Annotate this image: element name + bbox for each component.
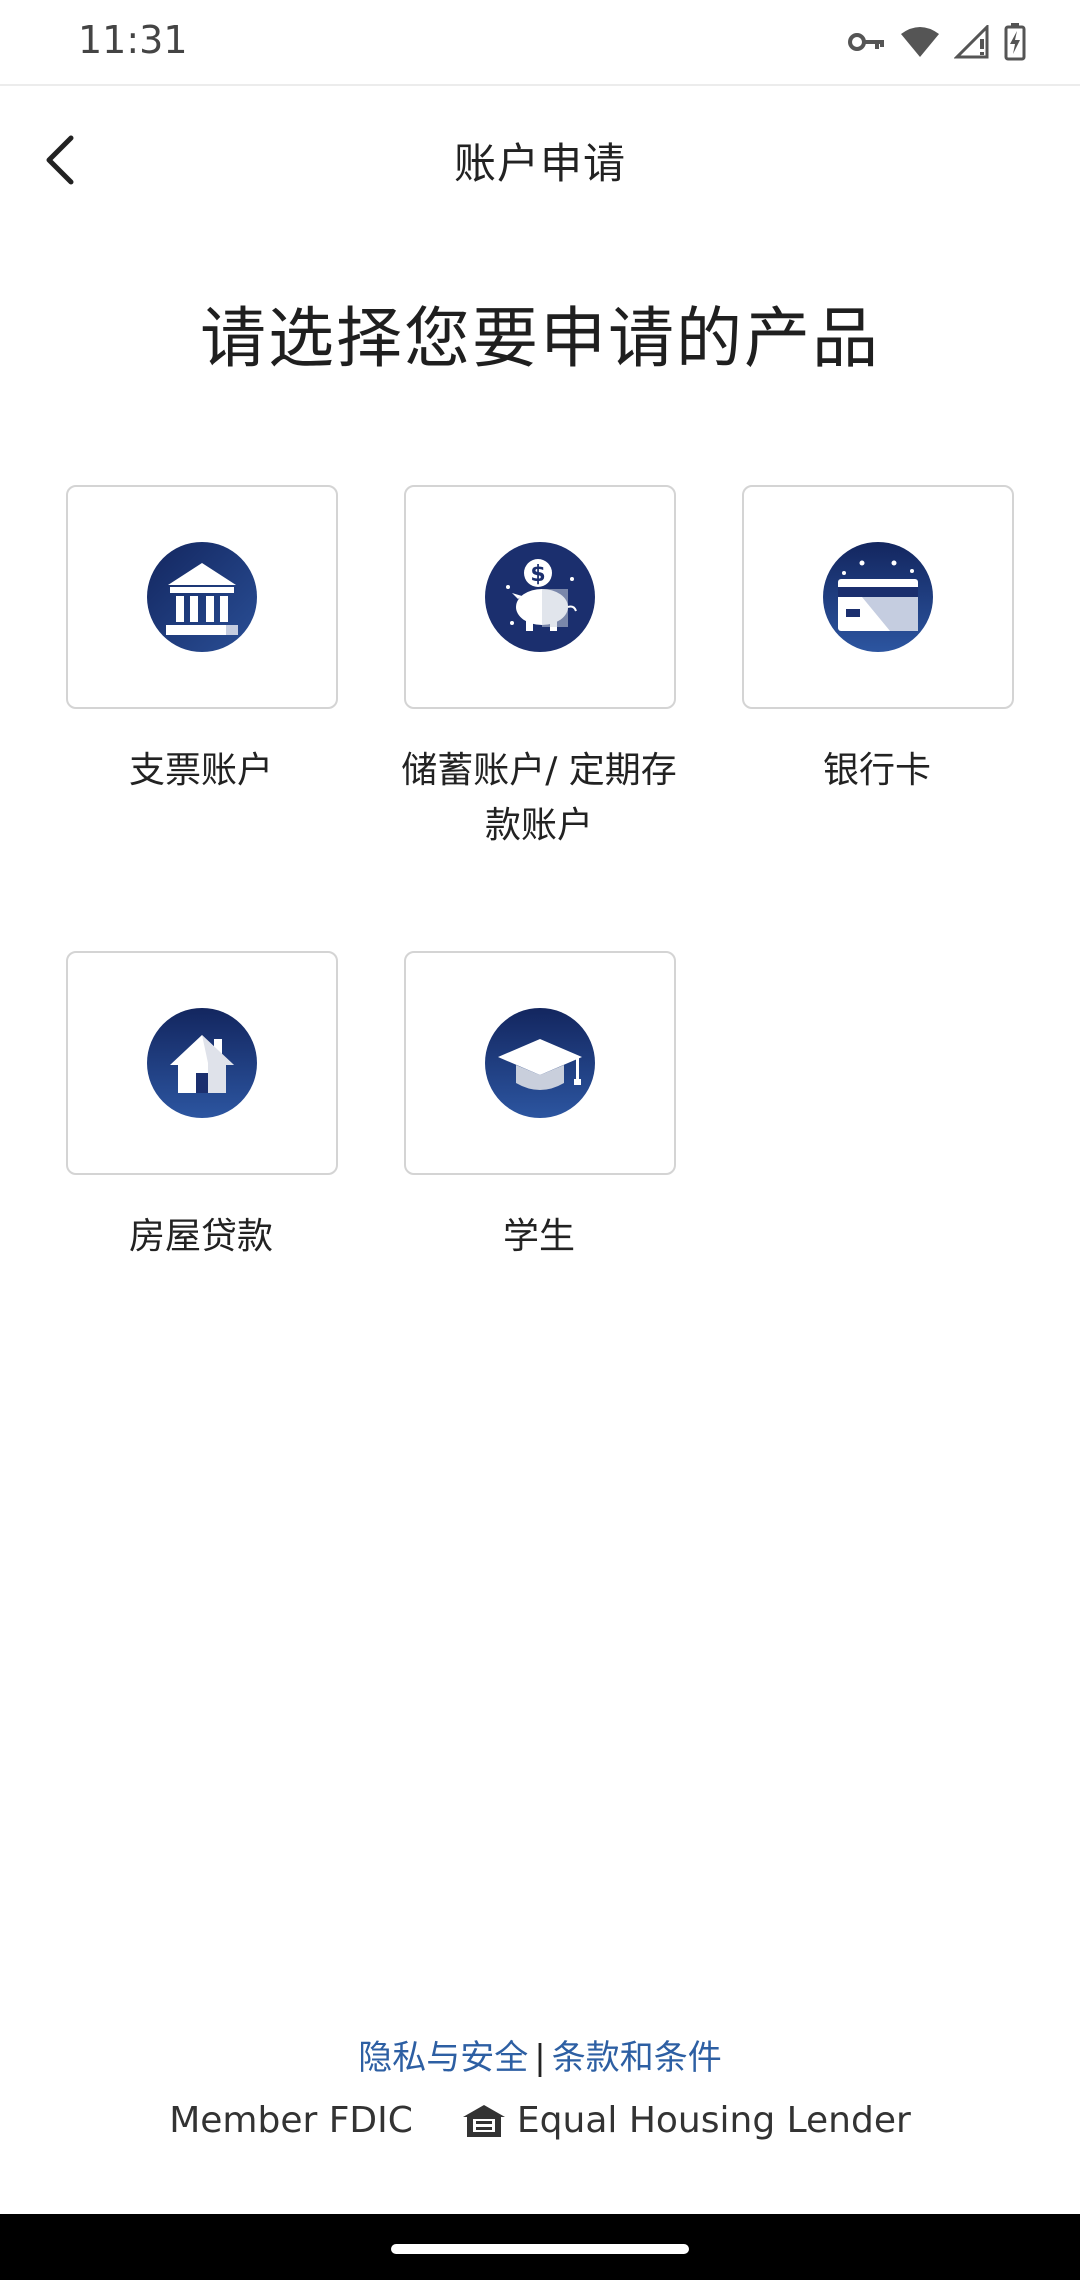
status-time: 11:31: [78, 18, 188, 62]
product-tile-student[interactable]: 学生: [404, 951, 676, 1264]
navigation-bar: [0, 2214, 1080, 2280]
battery-charging-icon: [1004, 23, 1026, 61]
graduation-cap-icon: [484, 1007, 596, 1119]
terms-conditions-link[interactable]: 条款和条件: [552, 2038, 722, 2078]
footer-links: 隐私与安全 | 条款和条件: [0, 2030, 1080, 2079]
page-title: 账户申请: [453, 139, 626, 188]
product-tile-savings[interactable]: $ 储蓄账户/ 定期存款账户: [401, 485, 677, 853]
product-label: 储蓄账户/ 定期存款账户: [401, 750, 677, 846]
product-tile-checking[interactable]: 支票账户: [66, 485, 338, 798]
equal-housing-text: Equal Housing Lender: [516, 2100, 911, 2141]
product-label: 学生: [502, 1216, 575, 1257]
equal-housing-icon: [462, 2104, 505, 2137]
card-icon: [822, 541, 934, 653]
product-tile-card[interactable]: 银行卡: [742, 485, 1014, 798]
footer-separator: |: [534, 2038, 546, 2078]
product-label: 银行卡: [822, 750, 931, 791]
wifi-icon: [901, 27, 939, 57]
product-label: 房屋贷款: [128, 1216, 273, 1257]
product-tile-box[interactable]: [66, 485, 338, 709]
footer-legal: Member FDIC Equal Housing Lender: [0, 2100, 1080, 2141]
home-gesture-handle[interactable]: [391, 2244, 689, 2254]
product-tile-box[interactable]: [404, 951, 676, 1175]
product-tile-mortgage[interactable]: 房屋贷款: [66, 951, 338, 1264]
house-icon: [146, 1007, 258, 1119]
vpn-key-icon: [848, 33, 884, 51]
svg-text:$: $: [530, 562, 545, 587]
product-tile-box[interactable]: [66, 951, 338, 1175]
status-bar: 11:31: [0, 0, 1080, 86]
status-icons: [848, 22, 1026, 62]
app-header: 账户申请: [0, 86, 1080, 236]
piggy-bank-icon: $: [484, 541, 596, 653]
signal-icon: [954, 25, 989, 59]
page-heading: 请选择您要申请的产品: [200, 300, 880, 377]
equal-housing-lender: Equal Housing Lender: [461, 2100, 911, 2141]
product-tile-box[interactable]: $: [404, 485, 676, 709]
product-label: 支票账户: [128, 750, 273, 791]
product-tile-box[interactable]: [742, 485, 1014, 709]
privacy-security-link[interactable]: 隐私与安全: [358, 2038, 528, 2078]
bank-icon: [146, 541, 258, 653]
member-fdic-text: Member FDIC: [169, 2100, 413, 2141]
